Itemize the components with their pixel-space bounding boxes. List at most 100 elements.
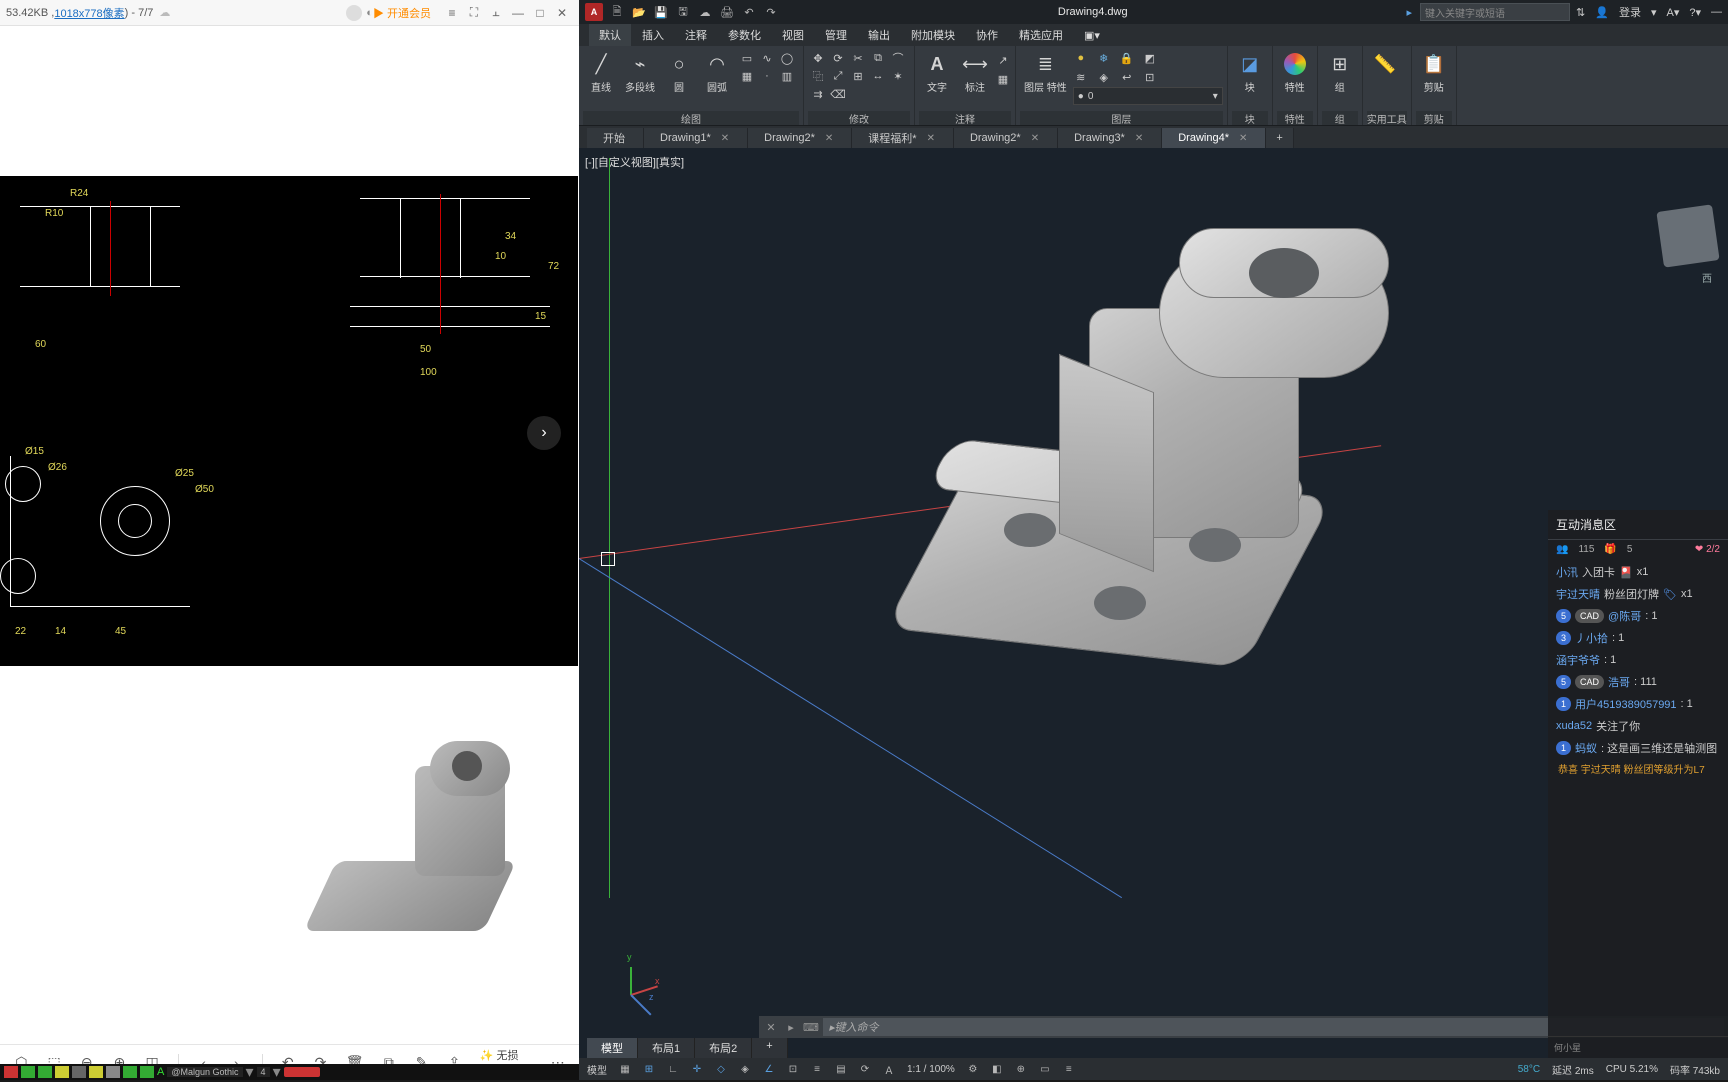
polyline-tool[interactable]: ⌁多段线 (621, 48, 659, 96)
arc-tool[interactable]: ◠圆弧 (699, 48, 735, 96)
new-tab-button[interactable]: + (1266, 128, 1293, 148)
osnap-icon[interactable]: ◇ (711, 1060, 731, 1078)
layer-combo[interactable]: ● 0▾ (1073, 87, 1223, 105)
moon-icon[interactable]: ◐ (366, 7, 373, 19)
doc-tab-4[interactable]: Drawing2*✕ (954, 128, 1058, 148)
close-icon[interactable]: ✕ (1031, 133, 1039, 144)
share-icon[interactable]: ⇅ (1576, 6, 1585, 19)
minimize-icon[interactable]: — (507, 3, 529, 23)
viewport-label[interactable]: [-][自定义视图][真实] (585, 154, 684, 170)
tab-view[interactable]: 视图 (772, 24, 814, 46)
tab-collab[interactable]: 协作 (966, 24, 1008, 46)
pin-icon[interactable]: ⫠ (485, 3, 507, 23)
measure-tool[interactable]: 📏 (1367, 48, 1403, 80)
copy-icon[interactable]: ⿻ (810, 68, 826, 84)
layer-prev-icon[interactable]: ↩ (1119, 69, 1135, 85)
tb-app8[interactable] (123, 1066, 137, 1078)
tb-app2[interactable] (21, 1066, 35, 1078)
dimension-tool[interactable]: ⟷标注 (957, 48, 993, 96)
leader-icon[interactable]: ↗ (995, 52, 1011, 68)
menu-icon[interactable]: ≡ (441, 3, 463, 23)
redo-icon[interactable]: ↷ (763, 4, 779, 20)
cmd-close-icon[interactable]: ✕ (763, 1021, 779, 1034)
fillet-icon[interactable]: ⌒ (890, 50, 906, 66)
tb-app5[interactable] (72, 1066, 86, 1078)
layer-lock-icon[interactable]: 🔒 (1119, 50, 1135, 66)
block-tool[interactable]: ◪块 (1232, 48, 1268, 96)
model-3d[interactable] (779, 198, 1399, 728)
doc-tab-3[interactable]: 课程福利*✕ (852, 128, 954, 148)
rotate-icon[interactable]: ⟳ (830, 50, 846, 66)
tb-app7[interactable] (106, 1066, 120, 1078)
stretch-icon[interactable]: ↔ (870, 68, 886, 84)
ucs-icon[interactable]: y x z (619, 958, 669, 1008)
tab-expand-icon[interactable]: ▣▾ (1074, 26, 1110, 45)
saveas-icon[interactable]: 🖫 (675, 4, 691, 20)
user-icon[interactable]: 👤 (1595, 6, 1609, 19)
otrack-icon[interactable]: ∠ (759, 1060, 779, 1078)
window-min-icon[interactable]: — (1711, 6, 1722, 18)
lwt-icon[interactable]: ≡ (807, 1060, 827, 1078)
model-tab[interactable]: 模型 (587, 1038, 638, 1058)
add-layout-button[interactable]: + (752, 1038, 787, 1058)
tab-annotate[interactable]: 注释 (675, 24, 717, 46)
close-icon[interactable]: ✕ (1239, 133, 1247, 144)
dyn-icon[interactable]: ⊡ (783, 1060, 803, 1078)
cloud-icon[interactable]: ☁ (697, 4, 713, 20)
tab-default[interactable]: 默认 (589, 24, 631, 46)
tab-output[interactable]: 输出 (858, 24, 900, 46)
doc-tab-start[interactable]: 开始 (587, 128, 644, 148)
layer-iso-icon[interactable]: ◈ (1096, 69, 1112, 85)
doc-tab-5[interactable]: Drawing3*✕ (1058, 128, 1162, 148)
chat-messages[interactable]: 小汛 入团卡 🎴 x1 宇过天晴 粉丝团灯牌 🏷 x1 5CAD@陈哥: 1 3… (1548, 559, 1728, 1036)
tab-addons[interactable]: 附加模块 (901, 24, 965, 46)
font-combo[interactable]: @Malgun Gothic (167, 1067, 242, 1077)
clean-icon[interactable]: ▭ (1035, 1060, 1055, 1078)
tb-text-icon[interactable]: A (157, 1066, 164, 1078)
layer-color-icon[interactable]: ◩ (1142, 50, 1158, 66)
cycle-icon[interactable]: ⟳ (855, 1060, 875, 1078)
viewcube[interactable] (1656, 204, 1719, 267)
tb-app6[interactable] (89, 1066, 103, 1078)
snap-icon[interactable]: ⊞ (639, 1060, 659, 1078)
doc-tab-1[interactable]: Drawing1*✕ (644, 128, 748, 148)
point-icon[interactable]: · (759, 68, 775, 84)
save-icon[interactable]: 💾 (653, 4, 669, 20)
close-icon[interactable]: ✕ (825, 133, 833, 144)
grid-icon[interactable]: ▦ (615, 1060, 635, 1078)
line-tool[interactable]: ╱直线 (583, 48, 619, 96)
props-tool[interactable]: 特性 (1277, 48, 1313, 96)
layer-state-icon[interactable]: ⊡ (1142, 69, 1158, 85)
viewer-canvas[interactable]: R24 R10 60 34 10 72 15 50 100 Ø15 Ø26 Ø2… (0, 26, 579, 1044)
tb-app3[interactable] (38, 1066, 52, 1078)
tb-app9[interactable] (140, 1066, 154, 1078)
layer-props-button[interactable]: ≣图层 特性 (1020, 48, 1071, 96)
hw-icon[interactable]: ⊕ (1011, 1060, 1031, 1078)
cart-icon[interactable]: ▾ (1651, 6, 1657, 19)
erase-icon[interactable]: ⌫ (830, 86, 846, 102)
region-icon[interactable]: ▥ (779, 68, 795, 84)
cmd-expand-icon[interactable]: ▸ (783, 1021, 799, 1034)
avatar-icon[interactable] (346, 5, 362, 21)
doc-tab-2[interactable]: Drawing2*✕ (748, 128, 852, 148)
viewcube-face-label[interactable]: 西 (1702, 270, 1712, 285)
tab-insert[interactable]: 插入 (632, 24, 674, 46)
rect-icon[interactable]: ▭ (739, 50, 755, 66)
app-icon[interactable]: A▾ (1667, 6, 1680, 19)
scale-indicator[interactable]: 1:1 / 100% (903, 1064, 959, 1075)
gear-icon[interactable]: ⚙ (963, 1060, 983, 1078)
search-input[interactable]: 键入关键字或短语 (1420, 3, 1570, 21)
vip-button[interactable]: ▶ 开通会员 (373, 5, 431, 21)
plot-icon[interactable]: 🖨 (719, 4, 735, 20)
layer-freeze-icon[interactable]: ❄ (1096, 50, 1112, 66)
array-icon[interactable]: ⊞ (850, 68, 866, 84)
move-icon[interactable]: ✥ (810, 50, 826, 66)
autocad-logo-icon[interactable]: A (585, 3, 603, 21)
tb-app1[interactable] (4, 1066, 18, 1078)
close-icon[interactable]: ✕ (721, 133, 729, 144)
anno-icon[interactable]: Ａ (879, 1060, 899, 1078)
offset-icon[interactable]: ⇉ (810, 86, 826, 102)
new-icon[interactable]: 🗎 (609, 4, 625, 20)
undo-icon[interactable]: ↶ (741, 4, 757, 20)
model-indicator[interactable]: 模型 (583, 1062, 611, 1077)
